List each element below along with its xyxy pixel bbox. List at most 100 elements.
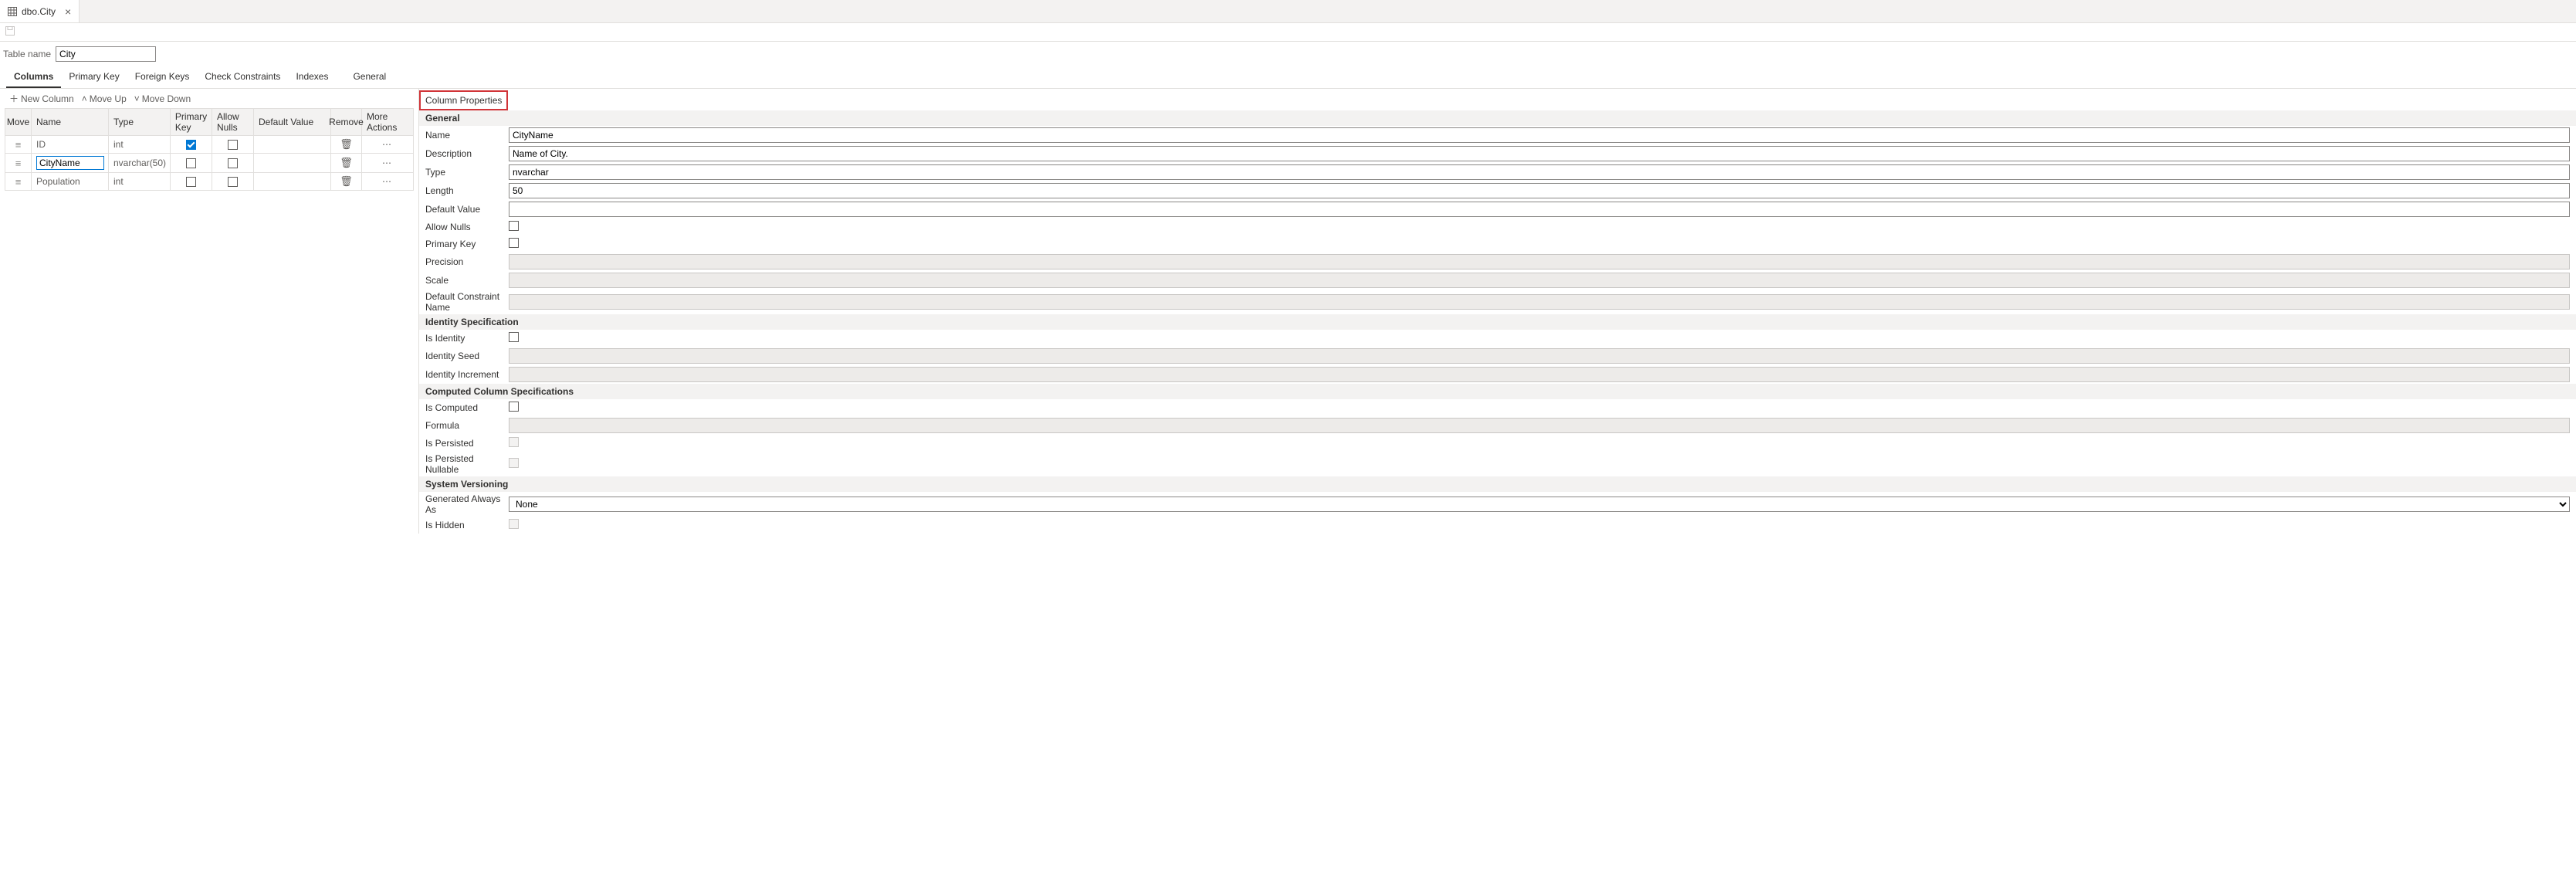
col-primary-key: Primary Key — [171, 109, 212, 135]
tab-general[interactable]: General — [345, 65, 394, 88]
grid-header: Move Name Type Primary Key Allow Nulls D… — [5, 109, 413, 136]
table-row[interactable]: ≡ ID int 🗑 ⋯ — [5, 136, 413, 154]
tab-columns[interactable]: Columns — [6, 65, 61, 88]
tab-bar: dbo.City × — [0, 0, 2576, 23]
prop-allow-nulls-checkbox[interactable] — [509, 221, 519, 231]
tab-dbo-city[interactable]: dbo.City × — [0, 0, 80, 22]
lbl-name: Name — [425, 130, 509, 141]
lbl-identity-increment: Identity Increment — [425, 369, 509, 380]
column-properties-panel: Column Properties General Name Descripti… — [418, 89, 2576, 534]
tab-indexes[interactable]: Indexes — [288, 65, 336, 88]
prop-identity-increment-input — [509, 367, 2570, 382]
prop-precision-input — [509, 254, 2570, 269]
drag-handle-icon[interactable]: ≡ — [15, 140, 22, 150]
cell-name[interactable]: ID — [36, 139, 46, 150]
columns-grid: Move Name Type Primary Key Allow Nulls D… — [5, 108, 414, 191]
col-type: Type — [109, 109, 171, 135]
prop-default-constraint-input — [509, 294, 2570, 310]
new-column-button[interactable]: ＋ New Column — [9, 92, 74, 105]
close-icon[interactable]: × — [65, 5, 71, 18]
trash-icon[interactable]: 🗑 — [340, 138, 353, 151]
table-name-input[interactable] — [56, 46, 156, 62]
grid-actions: ＋ New Column ˄ Move Up ˅ Move Down — [5, 89, 414, 108]
tab-title: dbo.City — [22, 6, 56, 17]
pk-checkbox[interactable] — [186, 158, 196, 168]
cell-type[interactable]: int — [113, 139, 124, 150]
prop-default-value-input[interactable] — [509, 202, 2570, 217]
move-down-button[interactable]: ˅ Move Down — [134, 93, 191, 104]
prop-formula-input — [509, 418, 2570, 433]
col-allow-nulls: Allow Nulls — [212, 109, 254, 135]
prop-is-identity-checkbox[interactable] — [509, 332, 519, 342]
prop-is-persisted-checkbox — [509, 437, 519, 447]
nulls-checkbox[interactable] — [228, 140, 238, 150]
design-tabs: Columns Primary Key Foreign Keys Check C… — [0, 65, 2576, 89]
drag-handle-icon[interactable]: ≡ — [15, 177, 22, 187]
section-general: General — [419, 110, 2576, 126]
cell-default[interactable] — [254, 173, 331, 190]
tab-primary-key[interactable]: Primary Key — [61, 65, 127, 88]
table-name-label: Table name — [3, 49, 51, 59]
cell-name-input[interactable] — [36, 156, 104, 170]
lbl-generated-always-as: Generated Always As — [425, 493, 509, 515]
lbl-default-constraint-name: Default Constraint Name — [425, 291, 509, 313]
table-row[interactable]: ≡ Population int 🗑 ⋯ — [5, 173, 413, 190]
lbl-is-computed: Is Computed — [425, 402, 509, 413]
lbl-type: Type — [425, 167, 509, 178]
trash-icon[interactable]: 🗑 — [340, 157, 353, 169]
lbl-is-identity: Is Identity — [425, 333, 509, 344]
prop-is-hidden-checkbox — [509, 519, 519, 529]
section-computed: Computed Column Specifications — [419, 384, 2576, 399]
more-icon[interactable]: ⋯ — [382, 139, 393, 150]
move-up-button[interactable]: ˄ Move Up — [82, 93, 127, 104]
lbl-precision: Precision — [425, 256, 509, 267]
prop-description-input[interactable] — [509, 146, 2570, 161]
lbl-primary-key: Primary Key — [425, 239, 509, 249]
prop-generated-always-as-select[interactable]: None — [509, 497, 2570, 512]
cell-default[interactable] — [254, 136, 331, 153]
lbl-formula: Formula — [425, 420, 509, 431]
table-row[interactable]: ≡ nvarchar(50) 🗑 ⋯ — [5, 154, 413, 173]
prop-identity-seed-input — [509, 348, 2570, 364]
col-name: Name — [32, 109, 109, 135]
cell-default[interactable] — [254, 154, 331, 172]
cell-type[interactable]: nvarchar(50) — [113, 158, 166, 168]
pk-checkbox[interactable] — [186, 177, 196, 187]
col-more-actions: More Actions — [362, 109, 413, 135]
more-icon[interactable]: ⋯ — [382, 158, 393, 168]
lbl-is-hidden: Is Hidden — [425, 520, 509, 530]
lbl-is-persisted: Is Persisted — [425, 438, 509, 449]
lbl-identity-seed: Identity Seed — [425, 351, 509, 361]
tab-check-constraints[interactable]: Check Constraints — [197, 65, 288, 88]
panel-title: Column Properties — [419, 90, 508, 110]
lbl-scale: Scale — [425, 275, 509, 286]
plus-icon: ＋ — [9, 92, 19, 105]
prop-type-input[interactable] — [509, 164, 2570, 180]
section-identity: Identity Specification — [419, 314, 2576, 330]
lbl-is-persisted-nullable: Is Persisted Nullable — [425, 453, 509, 475]
col-default-value: Default Value — [254, 109, 331, 135]
nulls-checkbox[interactable] — [228, 158, 238, 168]
chevron-up-icon: ˄ — [82, 93, 87, 104]
tab-foreign-keys[interactable]: Foreign Keys — [127, 65, 198, 88]
prop-name-input[interactable] — [509, 127, 2570, 143]
pk-checkbox[interactable] — [186, 140, 196, 150]
prop-primary-key-checkbox[interactable] — [509, 238, 519, 248]
lbl-length: Length — [425, 185, 509, 196]
col-move: Move — [5, 109, 32, 135]
lbl-allow-nulls: Allow Nulls — [425, 222, 509, 232]
prop-is-persisted-nullable-checkbox — [509, 458, 519, 468]
drag-handle-icon[interactable]: ≡ — [15, 158, 22, 168]
trash-icon[interactable]: 🗑 — [340, 175, 353, 188]
lbl-description: Description — [425, 148, 509, 159]
sub-toolbar — [0, 23, 2576, 42]
chevron-down-icon: ˅ — [134, 93, 140, 104]
cell-type[interactable]: int — [113, 176, 124, 187]
col-remove: Remove — [331, 109, 362, 135]
cell-name[interactable]: Population — [36, 176, 80, 187]
prop-is-computed-checkbox[interactable] — [509, 402, 519, 412]
nulls-checkbox[interactable] — [228, 177, 238, 187]
save-disabled-icon — [5, 25, 15, 39]
prop-length-input[interactable] — [509, 183, 2570, 198]
more-icon[interactable]: ⋯ — [382, 176, 393, 187]
